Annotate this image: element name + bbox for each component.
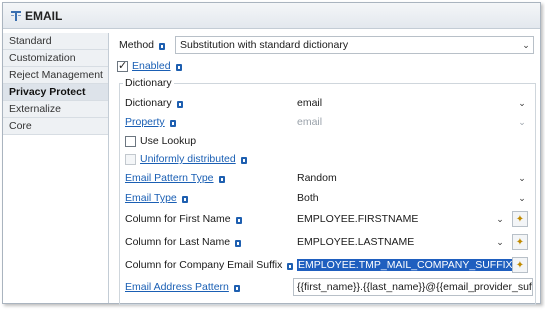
info-icon[interactable] (233, 284, 240, 292)
panel-title: EMAIL (25, 9, 63, 23)
email-address-pattern-link[interactable]: Email Address Pattern (125, 281, 229, 293)
property-value: email (297, 116, 323, 128)
first-name-column-label: Column for First Name (125, 213, 231, 225)
method-value: Substitution with standard dictionary (180, 39, 349, 51)
column-picker-icon: ✦ (515, 259, 525, 271)
sidebar-item-customization[interactable]: Customization (3, 50, 108, 67)
panel-header: EMAIL (3, 3, 540, 29)
last-name-column-row: Column for Last Name (125, 233, 242, 251)
property-link[interactable]: Property (125, 116, 165, 128)
chevron-down-icon: ⌄ (518, 116, 526, 127)
email-type-select[interactable]: Both ⌄ (297, 189, 529, 207)
enabled-checkbox[interactable] (117, 59, 128, 72)
email-pattern-type-value: Random (297, 172, 337, 184)
email-type-row: Email Type (125, 189, 188, 207)
first-name-column-row: Column for First Name (125, 210, 242, 228)
email-address-pattern-row: Email Address Pattern (125, 278, 240, 296)
column-picker-icon: ✦ (515, 213, 525, 225)
email-properties-panel: EMAIL Standard Customization Reject Mana… (2, 2, 541, 305)
chevron-down-icon: ⌄ (518, 172, 526, 183)
info-icon[interactable] (235, 239, 242, 247)
info-icon[interactable] (169, 119, 176, 127)
info-icon[interactable] (235, 216, 242, 224)
info-icon[interactable] (175, 63, 182, 71)
email-address-pattern-input[interactable]: {{first_name}}.{{last_name}}@{{email_pro… (293, 278, 533, 296)
uniformly-distributed-checkbox (125, 153, 136, 165)
company-suffix-column-select[interactable]: EMPLOYEE.TMP_MAIL_COMPANY_SUFFIX ⌄ (297, 256, 521, 274)
sidebar-item-externalize[interactable]: Externalize (3, 101, 108, 118)
company-suffix-column-label: Column for Company Email Suffix (125, 259, 283, 271)
chevron-down-icon: ⌄ (522, 39, 530, 50)
last-name-column-picker-button[interactable]: ✦ (512, 234, 528, 250)
uniformly-distributed-row: Uniformly distributed (125, 150, 247, 168)
last-name-column-value: EMPLOYEE.LASTNAME (297, 236, 415, 248)
info-icon[interactable] (240, 156, 247, 164)
info-icon[interactable] (218, 175, 225, 183)
last-name-column-select[interactable]: EMPLOYEE.LASTNAME ⌄ (297, 233, 507, 251)
use-lookup-checkbox[interactable] (125, 135, 136, 147)
email-pattern-type-row: Email Pattern Type (125, 169, 225, 187)
property-select: email ⌄ (297, 113, 529, 131)
main-content: Method Substitution with standard dictio… (115, 33, 538, 305)
use-lookup-label: Use Lookup (140, 135, 197, 147)
method-row: Method (119, 36, 166, 54)
sidebar-item-reject-management[interactable]: Reject Management (3, 67, 108, 84)
enabled-row: Enabled (117, 57, 182, 75)
dictionary-label: Dictionary (125, 97, 172, 109)
info-icon[interactable] (181, 195, 188, 203)
dictionary-legend: Dictionary (123, 77, 174, 89)
sidebar-item-core[interactable]: Core (3, 118, 108, 135)
info-icon[interactable] (287, 262, 294, 270)
info-icon[interactable] (159, 42, 166, 50)
chevron-down-icon: ⌄ (518, 192, 526, 203)
sidebar-item-privacy-protect[interactable]: Privacy Protect (3, 84, 108, 101)
dictionary-value: email (297, 97, 323, 109)
email-type-link[interactable]: Email Type (125, 192, 177, 204)
chevron-down-icon: ⌄ (496, 213, 504, 224)
use-lookup-row: Use Lookup (125, 132, 196, 150)
table-icon (11, 11, 21, 21)
method-select[interactable]: Substitution with standard dictionary ⌄ (175, 36, 534, 54)
email-pattern-type-link[interactable]: Email Pattern Type (125, 172, 214, 184)
company-suffix-column-value: EMPLOYEE.TMP_MAIL_COMPANY_SUFFIX (297, 259, 514, 271)
column-picker-icon: ✦ (515, 236, 525, 248)
dictionary-select[interactable]: email ⌄ (297, 94, 529, 112)
first-name-column-select[interactable]: EMPLOYEE.FIRSTNAME ⌄ (297, 210, 507, 228)
sidebar-item-standard[interactable]: Standard (3, 33, 108, 50)
chevron-down-icon: ⌄ (518, 97, 526, 108)
uniformly-distributed-link[interactable]: Uniformly distributed (140, 153, 236, 165)
company-suffix-column-row: Column for Company Email Suffix (125, 256, 294, 274)
method-label: Method (119, 39, 155, 51)
first-name-column-picker-button[interactable]: ✦ (512, 211, 528, 227)
sidebar: Standard Customization Reject Management… (3, 33, 109, 303)
info-icon[interactable] (176, 100, 183, 108)
property-row: Property (125, 113, 176, 131)
email-pattern-type-select[interactable]: Random ⌄ (297, 169, 529, 187)
dictionary-row: Dictionary (125, 94, 183, 112)
company-suffix-column-picker-button[interactable]: ✦ (512, 257, 528, 273)
email-type-value: Both (297, 192, 319, 204)
enabled-link[interactable]: Enabled (132, 60, 171, 72)
chevron-down-icon: ⌄ (496, 236, 504, 247)
last-name-column-label: Column for Last Name (125, 236, 231, 248)
first-name-column-value: EMPLOYEE.FIRSTNAME (297, 213, 419, 225)
